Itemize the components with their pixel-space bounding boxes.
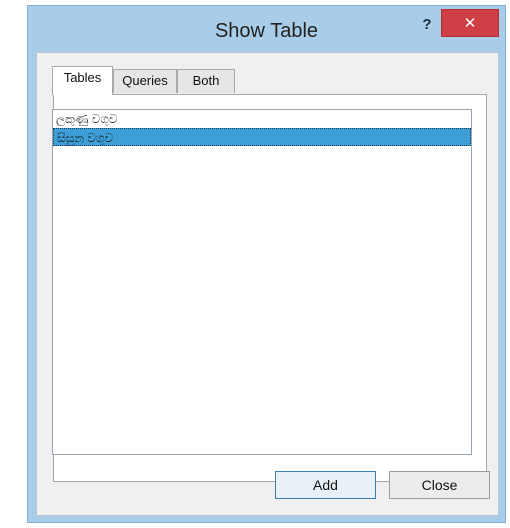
question-mark-icon: ? [422,16,432,33]
dialog-content: Tables Queries Both ලකුණු වගුව සිසුන වගු… [36,52,499,516]
table-list[interactable]: ලකුණු වගුව සිසුන වගුව [52,109,472,455]
list-item[interactable]: ලකුණු වගුව [53,110,471,128]
tab-tables[interactable]: Tables [52,66,113,95]
close-button[interactable]: Close [389,471,490,499]
window-close-button[interactable]: ✕ [441,9,499,37]
help-button[interactable]: ? [416,12,438,38]
show-table-dialog: Show Table ? ✕ Tables Queries Both ලකුණු… [27,5,506,523]
list-item-selected[interactable]: සිසුන වගුව [53,128,471,146]
tab-queries[interactable]: Queries [113,69,177,93]
tab-both[interactable]: Both [177,69,235,93]
title-bar[interactable]: Show Table ? ✕ [28,6,505,50]
add-button[interactable]: Add [275,471,376,499]
close-icon: ✕ [463,15,477,32]
